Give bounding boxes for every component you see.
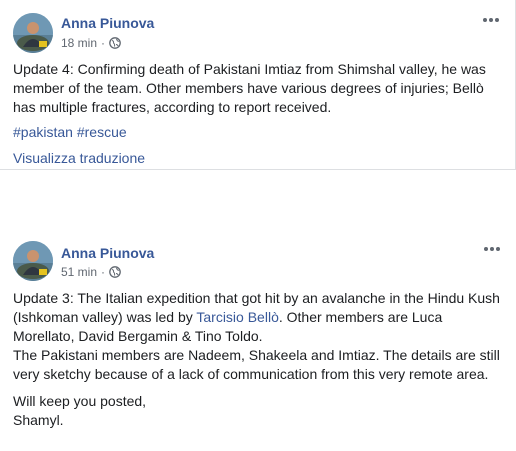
post-text-line: (Ishkoman valley) was led by Tarcisio Be… <box>13 308 508 327</box>
post-text-line: Update 4: Confirming death of Pakistani … <box>13 61 486 77</box>
post-update-3: Anna Piunova 51 min · Update 3: The Ital… <box>0 233 516 451</box>
post-text: Update 3: The Italian expedition that go… <box>13 289 508 430</box>
globe-icon[interactable] <box>109 266 121 278</box>
post-time[interactable]: 18 min <box>61 36 97 50</box>
post-text-line: The Pakistani members are Nadeem, Shakee… <box>13 347 500 363</box>
post-text: Update 4: Confirming death of Pakistani … <box>13 60 508 117</box>
avatar[interactable] <box>13 13 53 53</box>
post-text-line: Update 3: The Italian expedition that go… <box>13 290 500 306</box>
meta-separator: · <box>101 265 106 279</box>
post-text-line: Morellato, David Bergamin & Tino Toldo. <box>13 328 263 344</box>
author-name[interactable]: Anna Piunova <box>61 15 154 31</box>
meta-separator: · <box>101 36 106 50</box>
post-meta: 51 min · <box>61 265 121 279</box>
avatar-photo <box>13 13 53 53</box>
globe-icon[interactable] <box>109 37 121 49</box>
more-options-button[interactable] <box>479 12 503 28</box>
post-text-segment: (Ishkoman valley) was led by <box>13 309 197 325</box>
post-text-segment: . Other members are Luca <box>278 309 443 325</box>
post-text-line: member of the team. Other members have v… <box>13 80 484 96</box>
post-time[interactable]: 51 min <box>61 265 97 279</box>
post-text-line: Shamyl. <box>13 412 64 428</box>
avatar-photo <box>13 241 53 281</box>
post-text-line: has multiple fractures, according to rep… <box>13 99 332 115</box>
post-text-line: very sketchy because of a lack of commun… <box>13 366 489 382</box>
post-meta: 18 min · <box>61 36 121 50</box>
more-options-button[interactable] <box>480 241 504 257</box>
hashtags: #pakistan #rescue <box>13 123 127 142</box>
see-translation-link[interactable]: Visualizza traduzione <box>13 149 145 168</box>
hashtag-rescue[interactable]: #rescue <box>77 124 127 140</box>
author-name[interactable]: Anna Piunova <box>61 245 154 261</box>
tagged-person-link[interactable]: Tarcisio Bellò <box>196 309 278 325</box>
hashtag-pakistan[interactable]: #pakistan <box>13 124 73 140</box>
post-update-4: Anna Piunova 18 min · Update 4: Confirmi… <box>0 0 516 170</box>
post-text-line: Will keep you posted, <box>13 393 147 409</box>
avatar[interactable] <box>13 241 53 281</box>
